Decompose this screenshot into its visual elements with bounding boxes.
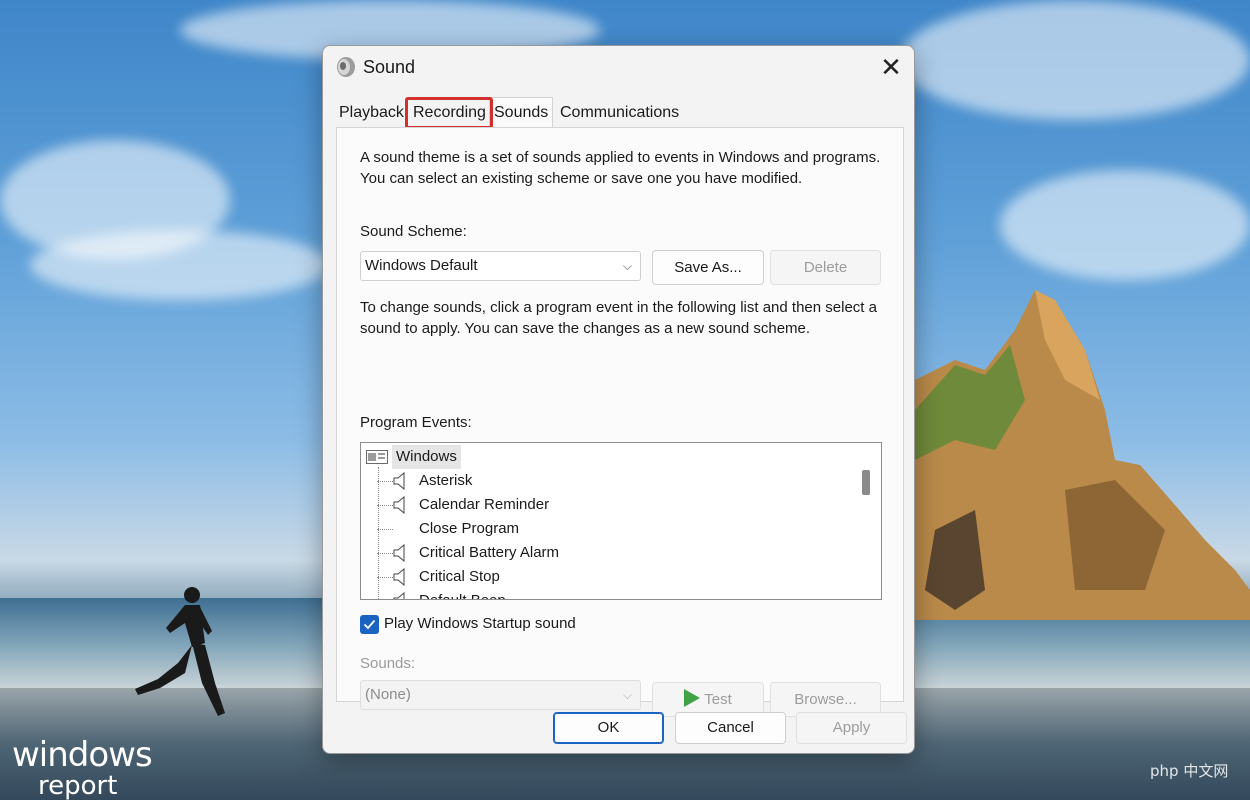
event-label: Critical Stop: [419, 568, 500, 585]
speaker-icon: [393, 544, 405, 562]
play-icon: [684, 689, 701, 707]
event-label: Asterisk: [419, 472, 473, 489]
sounds-tab-panel: A sound theme is a set of sounds applied…: [336, 127, 904, 717]
window-group-icon: [366, 450, 388, 464]
list-item-group[interactable]: Windows: [364, 445, 564, 469]
sounds-select[interactable]: (None) ⌵: [360, 680, 641, 710]
tree-branch: [377, 529, 393, 530]
event-label: Close Program: [419, 520, 520, 537]
save-as-button[interactable]: Save As...: [652, 250, 764, 285]
group-label: Windows: [392, 445, 461, 469]
list-item[interactable]: Close Program: [361, 517, 661, 541]
close-icon: ✕: [880, 52, 902, 82]
sea-stack-rock: [915, 290, 1250, 620]
sound-dialog: Sound ✕ Playback Recording Sounds Commun…: [322, 45, 915, 754]
tab-playback[interactable]: Playback: [335, 100, 408, 127]
startup-sound-label[interactable]: Play Windows Startup sound: [384, 615, 576, 632]
chevron-down-icon: ⌵: [622, 259, 632, 273]
dialog-title: Sound: [363, 57, 416, 77]
event-label: Calendar Reminder: [419, 496, 550, 513]
startup-sound-checkbox[interactable]: [360, 615, 379, 634]
tab-sounds[interactable]: Sounds: [489, 97, 554, 128]
list-item[interactable]: Default Beep: [361, 589, 661, 599]
close-button[interactable]: ✕: [871, 52, 911, 84]
cloud: [1000, 170, 1250, 280]
scrollbar-thumb[interactable]: [862, 470, 870, 495]
sound-scheme-label: Sound Scheme:: [360, 223, 467, 240]
delete-button[interactable]: Delete: [770, 250, 881, 285]
list-item[interactable]: Critical Stop: [361, 565, 661, 589]
cancel-button[interactable]: Cancel: [675, 712, 786, 744]
event-label: Default Beep: [419, 589, 506, 599]
site-watermark: php 中文网: [1150, 762, 1229, 780]
speaker-icon: [393, 472, 405, 490]
checkmark-icon: [363, 619, 376, 630]
apply-button[interactable]: Apply: [796, 712, 907, 744]
sound-scheme-value: Windows Default: [365, 257, 478, 274]
tree-branch: [377, 577, 393, 578]
test-label: Test: [704, 691, 732, 708]
speaker-icon: [393, 568, 405, 586]
recording-tab-highlight: [405, 97, 493, 129]
speaker-app-icon: [337, 57, 355, 77]
sound-scheme-select[interactable]: Windows Default ⌵: [360, 251, 641, 281]
list-item[interactable]: Calendar Reminder: [361, 493, 661, 517]
tree-branch: [377, 553, 393, 554]
brand-bottom: report: [38, 771, 118, 800]
speaker-icon: [393, 496, 405, 514]
change-sounds-instructions: To change sounds, click a program event …: [360, 299, 877, 337]
runner-silhouette: [135, 587, 225, 716]
cloud: [30, 230, 330, 300]
tab-communications[interactable]: Communications: [556, 100, 683, 127]
ok-button[interactable]: OK: [553, 712, 664, 744]
list-scrollbar[interactable]: [855, 443, 881, 599]
tree-branch: [377, 481, 393, 482]
tree-branch: [377, 505, 393, 506]
list-item[interactable]: Critical Battery Alarm: [361, 541, 661, 565]
sounds-label: Sounds:: [360, 655, 416, 672]
windows-report-logo: windows report: [12, 735, 162, 800]
speaker-icon: [393, 592, 405, 599]
scheme-description: A sound theme is a set of sounds applied…: [360, 149, 881, 187]
program-events-list[interactable]: Windows Asterisk Calendar Reminder Close…: [360, 442, 882, 600]
title-bar: Sound ✕: [323, 46, 914, 92]
chevron-down-icon: ⌵: [622, 688, 632, 702]
event-label: Critical Battery Alarm: [419, 544, 560, 561]
sounds-value: (None): [365, 686, 411, 703]
cloud: [900, 0, 1250, 120]
program-events-label: Program Events:: [360, 414, 472, 431]
brand-top: windows: [12, 735, 153, 775]
list-item[interactable]: Asterisk: [361, 469, 661, 493]
